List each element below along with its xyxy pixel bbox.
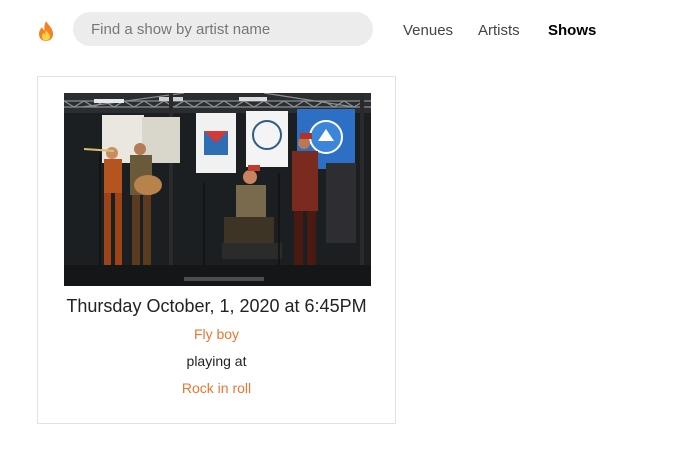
artist-search-input[interactable] xyxy=(73,12,373,46)
nav-shows[interactable]: Shows xyxy=(548,22,596,40)
show-image xyxy=(64,93,371,286)
fire-icon[interactable] xyxy=(36,20,56,42)
playing-at-label: playing at xyxy=(186,353,247,369)
show-artist-link[interactable]: Fly boy xyxy=(38,325,395,343)
show-datetime: Thursday October, 1, 2020 at 6:45PM xyxy=(66,296,367,316)
nav-artists[interactable]: Artists xyxy=(478,22,520,40)
navbar: Venues Artists Shows xyxy=(0,0,686,60)
show-card[interactable]: Thursday October, 1, 2020 at 6:45PM Fly … xyxy=(37,76,396,424)
show-venue-link[interactable]: Rock in roll xyxy=(38,379,395,397)
nav-venues[interactable]: Venues xyxy=(403,22,453,40)
